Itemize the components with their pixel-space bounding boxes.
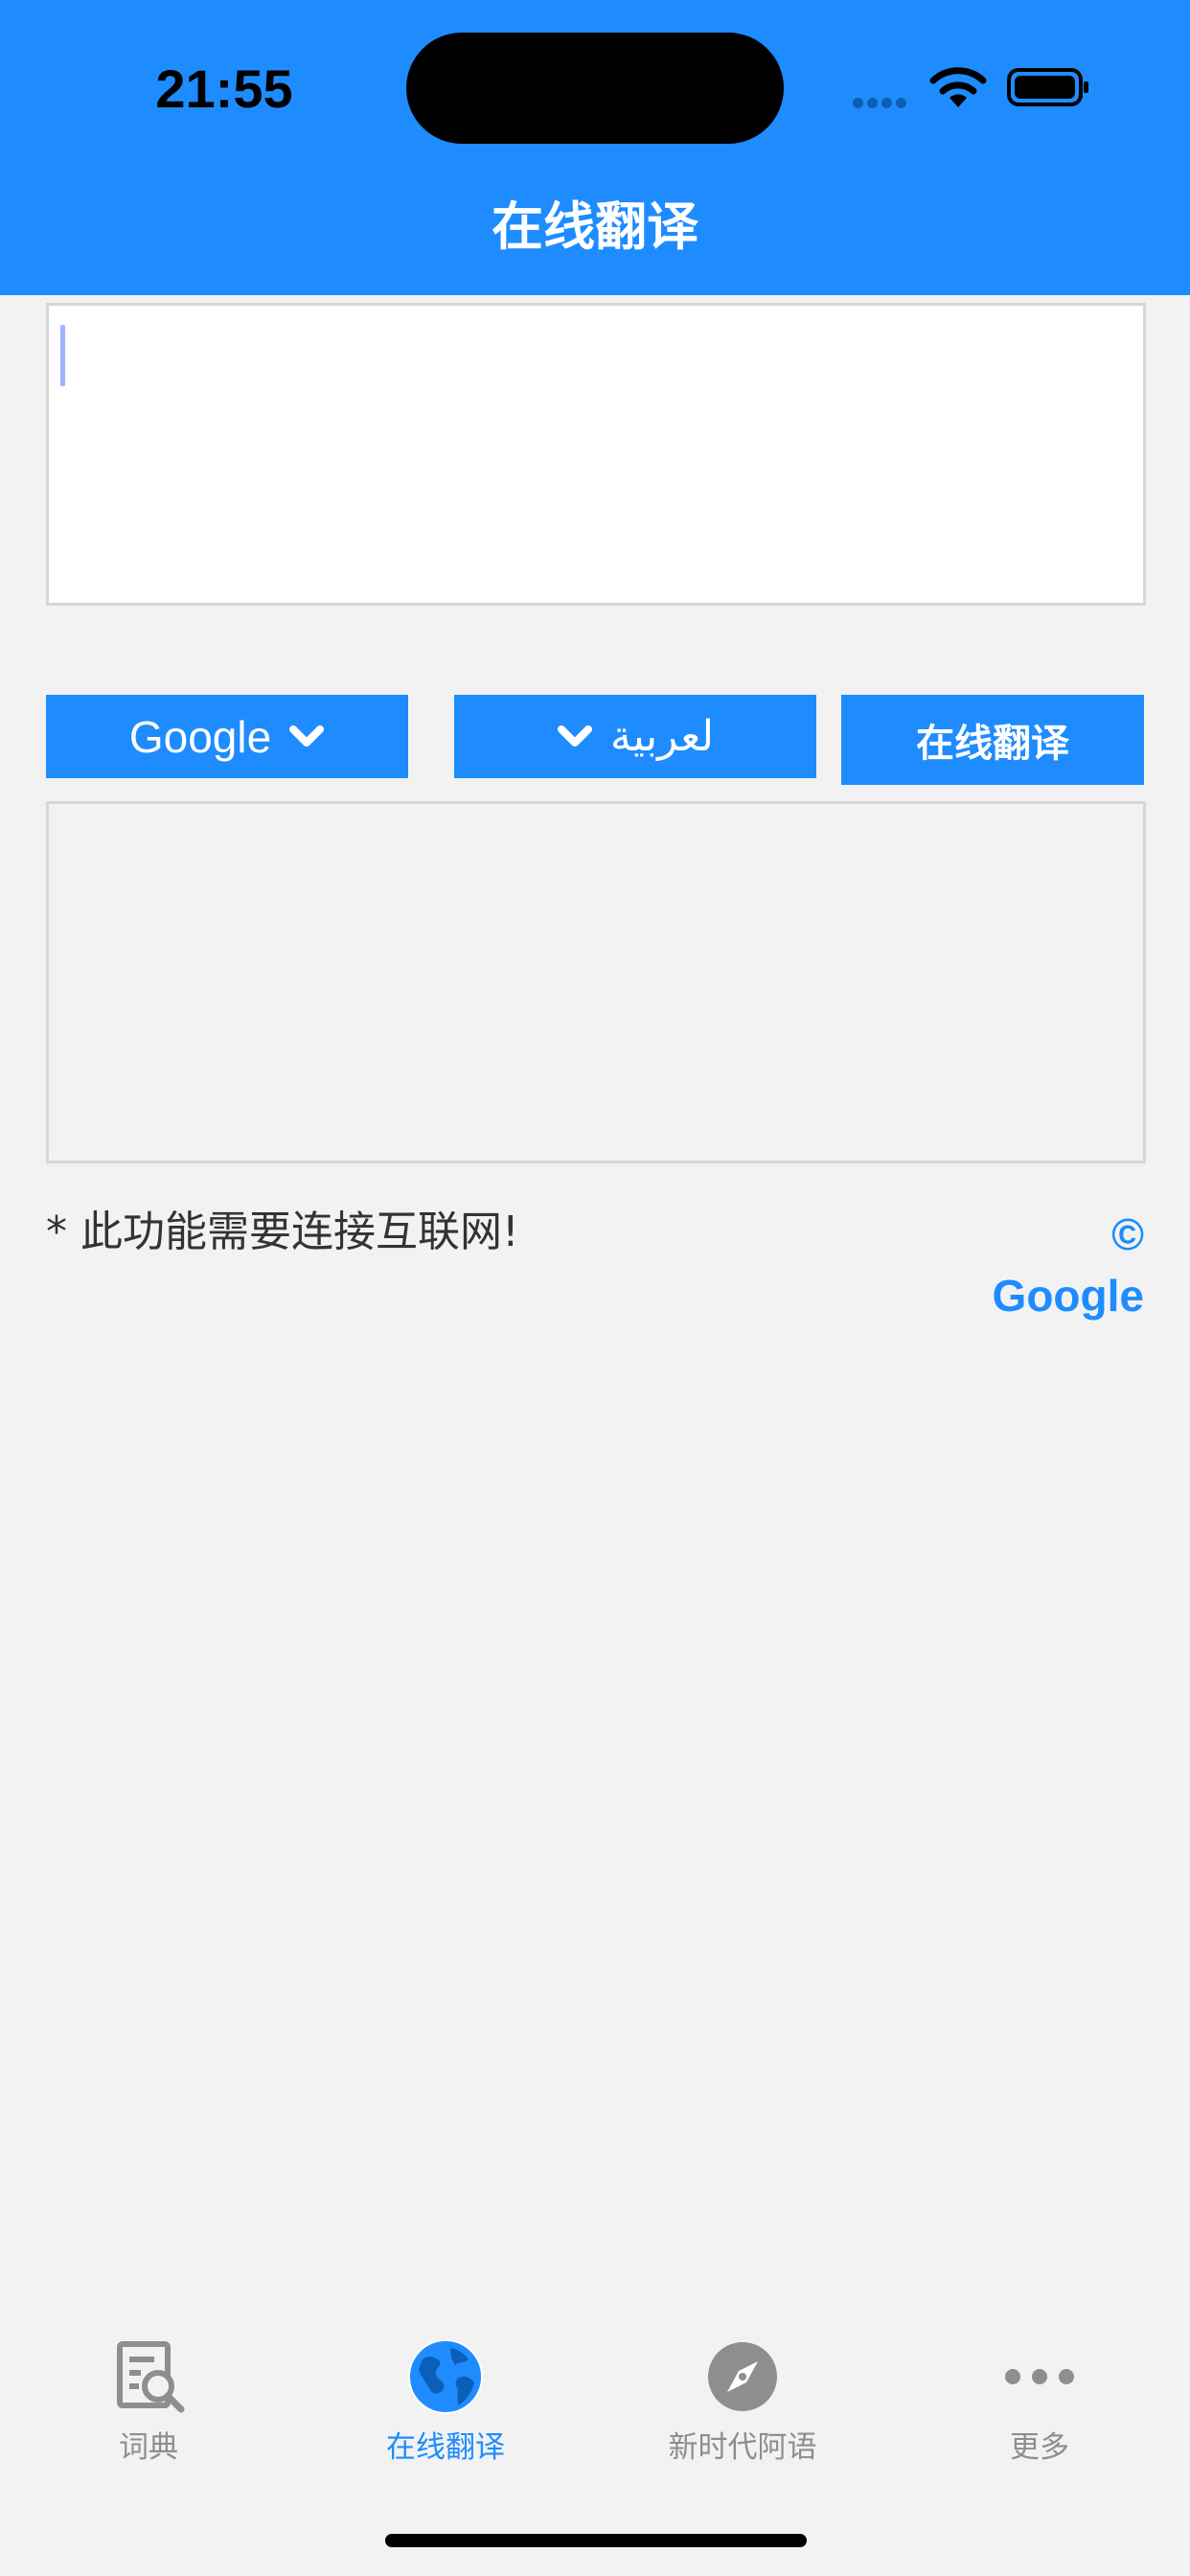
source-text-input[interactable] — [46, 303, 1146, 606]
wifi-icon — [929, 67, 987, 107]
home-indicator[interactable] — [385, 2534, 807, 2547]
tab-more[interactable]: 更多 — [891, 2319, 1188, 2492]
dynamic-island — [406, 33, 784, 144]
translation-output — [46, 801, 1146, 1163]
tab-modern-arabic[interactable]: 新时代阿语 — [594, 2319, 891, 2492]
cellular-signal-icon — [853, 94, 910, 112]
tab-dictionary[interactable]: 词典 — [0, 2319, 297, 2492]
chevron-down-icon — [289, 724, 325, 747]
tab-label: 在线翻译 — [386, 2430, 505, 2465]
tab-online-translate[interactable]: 在线翻译 — [297, 2319, 594, 2492]
text-cursor — [60, 325, 65, 386]
status-time: 21:55 — [155, 58, 293, 119]
compass-icon — [708, 2342, 777, 2411]
more-dots-icon — [1005, 2369, 1074, 2384]
battery-icon — [1007, 68, 1088, 106]
google-credit: © Google — [992, 1209, 1144, 1321]
internet-required-note: * 此功能需要连接互联网! — [46, 1208, 519, 1256]
translate-button[interactable]: 在线翻译 — [841, 695, 1144, 785]
tab-label: 词典 — [119, 2430, 178, 2465]
page-title: 在线翻译 — [492, 196, 698, 257]
language-select-label: لعربية — [609, 712, 715, 761]
tab-bar: 词典 在线翻译 新时代阿语 更多 — [0, 2319, 1190, 2511]
dictionary-search-icon — [117, 2341, 185, 2413]
language-select-button[interactable]: لعربية — [454, 695, 816, 778]
engine-select-label: Google — [128, 711, 272, 762]
chevron-down-icon — [557, 724, 592, 747]
engine-select-button[interactable]: Google — [46, 695, 408, 778]
tab-label: 更多 — [1010, 2430, 1069, 2465]
tab-label: 新时代阿语 — [668, 2430, 817, 2465]
globe-icon — [408, 2339, 483, 2414]
app-header: 21:55 在线翻译 — [0, 0, 1190, 295]
